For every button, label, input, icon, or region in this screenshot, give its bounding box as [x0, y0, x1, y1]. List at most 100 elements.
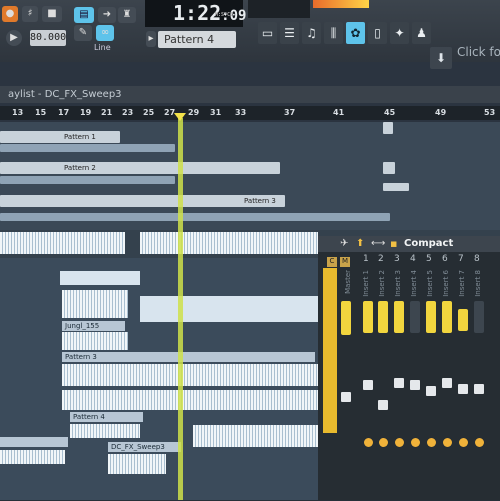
mixer-knob[interactable] [427, 438, 436, 447]
mixer-arrow-icon[interactable]: ⬆ [356, 238, 364, 249]
mixer-knob[interactable] [475, 438, 484, 447]
clip-label: Pattern 1 [64, 133, 96, 141]
tool-pencil-icon[interactable]: ✎ [74, 25, 92, 41]
mixer-knob[interactable] [364, 438, 373, 447]
pattern-selector[interactable]: Pattern 4 [158, 31, 236, 48]
pattern-clip[interactable]: Pattern 1 [0, 131, 120, 143]
playlist-title: aylist - DC_FX_Sweep3 [0, 86, 500, 103]
master-label: Master [344, 270, 352, 294]
master-fader[interactable] [341, 392, 351, 402]
clock-main: 1:22 [173, 1, 222, 25]
mixer-insert-slot[interactable] [426, 301, 436, 333]
playhead[interactable] [178, 118, 183, 500]
magnet-icon[interactable]: ∞ [96, 25, 114, 41]
mixer-insert-slot[interactable] [410, 301, 420, 333]
master-strip[interactable] [323, 268, 337, 433]
snap-icon[interactable]: ▤ [74, 7, 94, 23]
mixer-view-mode[interactable]: Compact [404, 238, 453, 249]
channel-name: Insert 3 [394, 270, 402, 297]
pattern-clip[interactable] [0, 176, 175, 184]
mixer-fader[interactable] [394, 378, 404, 388]
audio-clip[interactable] [108, 454, 166, 474]
mixer-fader[interactable] [442, 378, 452, 388]
person-icon[interactable]: ♟ [412, 22, 431, 44]
mixer-knob[interactable] [411, 438, 420, 447]
mixer-insert-slot[interactable] [458, 309, 468, 331]
audio-clip[interactable] [140, 296, 318, 322]
mixer-menu-icon[interactable]: ▪ [390, 237, 397, 250]
mixer-dual-arrow-icon[interactable]: ⟷ [371, 238, 385, 249]
ruler-tick: 45 [384, 108, 396, 117]
chevron-right-icon[interactable]: ▸ [146, 31, 156, 47]
browser-icon[interactable]: ✿ [346, 22, 365, 44]
channel-name: Insert 7 [458, 270, 466, 297]
audio-clip[interactable] [140, 232, 318, 254]
time-display: 1:22:09 M:S:CS [145, 0, 246, 27]
pattern-clip[interactable] [0, 144, 175, 152]
piano-roll-icon[interactable]: ☰ [280, 22, 299, 44]
timeline-ruler[interactable]: 13 15 17 19 21 23 25 27 29 31 33 37 41 4… [0, 106, 500, 120]
bulb-icon[interactable]: ✦ [390, 22, 409, 44]
channel-rack-icon[interactable]: ♫ [302, 22, 321, 44]
pattern-song-icon[interactable]: ♯ [22, 6, 38, 22]
stop-icon[interactable]: ■ [42, 6, 62, 22]
channel-name: Insert 5 [426, 270, 434, 297]
master-slot[interactable] [341, 301, 351, 335]
snap-mode-select[interactable]: Line [94, 41, 134, 54]
mixer-insert-slot[interactable] [394, 301, 404, 333]
channel-m[interactable]: M [340, 257, 350, 267]
audio-clip[interactable] [193, 425, 318, 447]
pattern-clip[interactable]: Pattern 2 [0, 162, 280, 174]
mixer-knob[interactable] [443, 438, 452, 447]
pattern-clip[interactable] [0, 213, 390, 221]
play-icon[interactable]: ▶ [6, 30, 22, 46]
playlist-icon[interactable]: ▭ [258, 22, 277, 44]
audio-clip[interactable] [62, 390, 318, 410]
mixer-knob[interactable] [395, 438, 404, 447]
plugin-icon[interactable]: ▯ [368, 22, 387, 44]
download-icon[interactable]: ⬇ [430, 47, 452, 69]
mixer-fader[interactable] [410, 380, 420, 390]
clip-label: Pattern 2 [64, 164, 96, 172]
pattern-clip[interactable]: Pattern 3 [0, 195, 285, 207]
mixer-bird-icon[interactable]: ✈ [340, 238, 348, 249]
ruler-tick: 19 [80, 108, 92, 117]
ruler-tick: 37 [284, 108, 296, 117]
pattern-clip[interactable] [383, 122, 393, 134]
audio-clip[interactable] [60, 271, 140, 285]
audio-clip[interactable] [0, 450, 65, 464]
ruler-tick: 41 [333, 108, 345, 117]
mixer-insert-slot[interactable] [474, 301, 484, 333]
mixer-insert-slot[interactable] [442, 301, 452, 333]
channel-c[interactable]: C [327, 257, 337, 267]
mixer-fader[interactable] [458, 384, 468, 394]
pattern-clip[interactable] [383, 162, 395, 174]
mixer-fader[interactable] [378, 400, 388, 410]
mixer-knob[interactable] [379, 438, 388, 447]
mixer-fader[interactable] [363, 380, 373, 390]
mixer-insert-slot[interactable] [378, 301, 388, 333]
audio-clip[interactable] [70, 424, 140, 438]
arrow-icon[interactable]: ➜ [98, 7, 116, 23]
mixer-insert-slot[interactable] [363, 301, 373, 333]
clip-label: DC_FX_Sweep3 [108, 442, 181, 452]
clock-unit: M:S:CS [214, 12, 233, 18]
pattern-clip[interactable] [383, 183, 409, 191]
audio-clip[interactable] [62, 364, 318, 386]
mixer-icon[interactable]: ⫼ [324, 22, 343, 44]
playhead-marker-icon[interactable] [174, 113, 186, 121]
tempo-display[interactable]: 80.000 [30, 30, 66, 46]
ruler-tick: 21 [101, 108, 113, 117]
mixer-knob[interactable] [459, 438, 468, 447]
mixer-fader[interactable] [474, 384, 484, 394]
clip-label: Pattern 3 [62, 352, 315, 362]
hat-icon[interactable]: ♜ [118, 7, 136, 23]
record-icon[interactable]: ● [2, 6, 18, 22]
audio-clip[interactable] [0, 232, 125, 254]
channel-name: Insert 2 [378, 270, 386, 297]
audio-clip[interactable] [62, 332, 128, 350]
audio-clip[interactable] [62, 290, 128, 318]
ruler-tick: 15 [35, 108, 47, 117]
channel-number: 2 [378, 254, 384, 264]
mixer-fader[interactable] [426, 386, 436, 396]
